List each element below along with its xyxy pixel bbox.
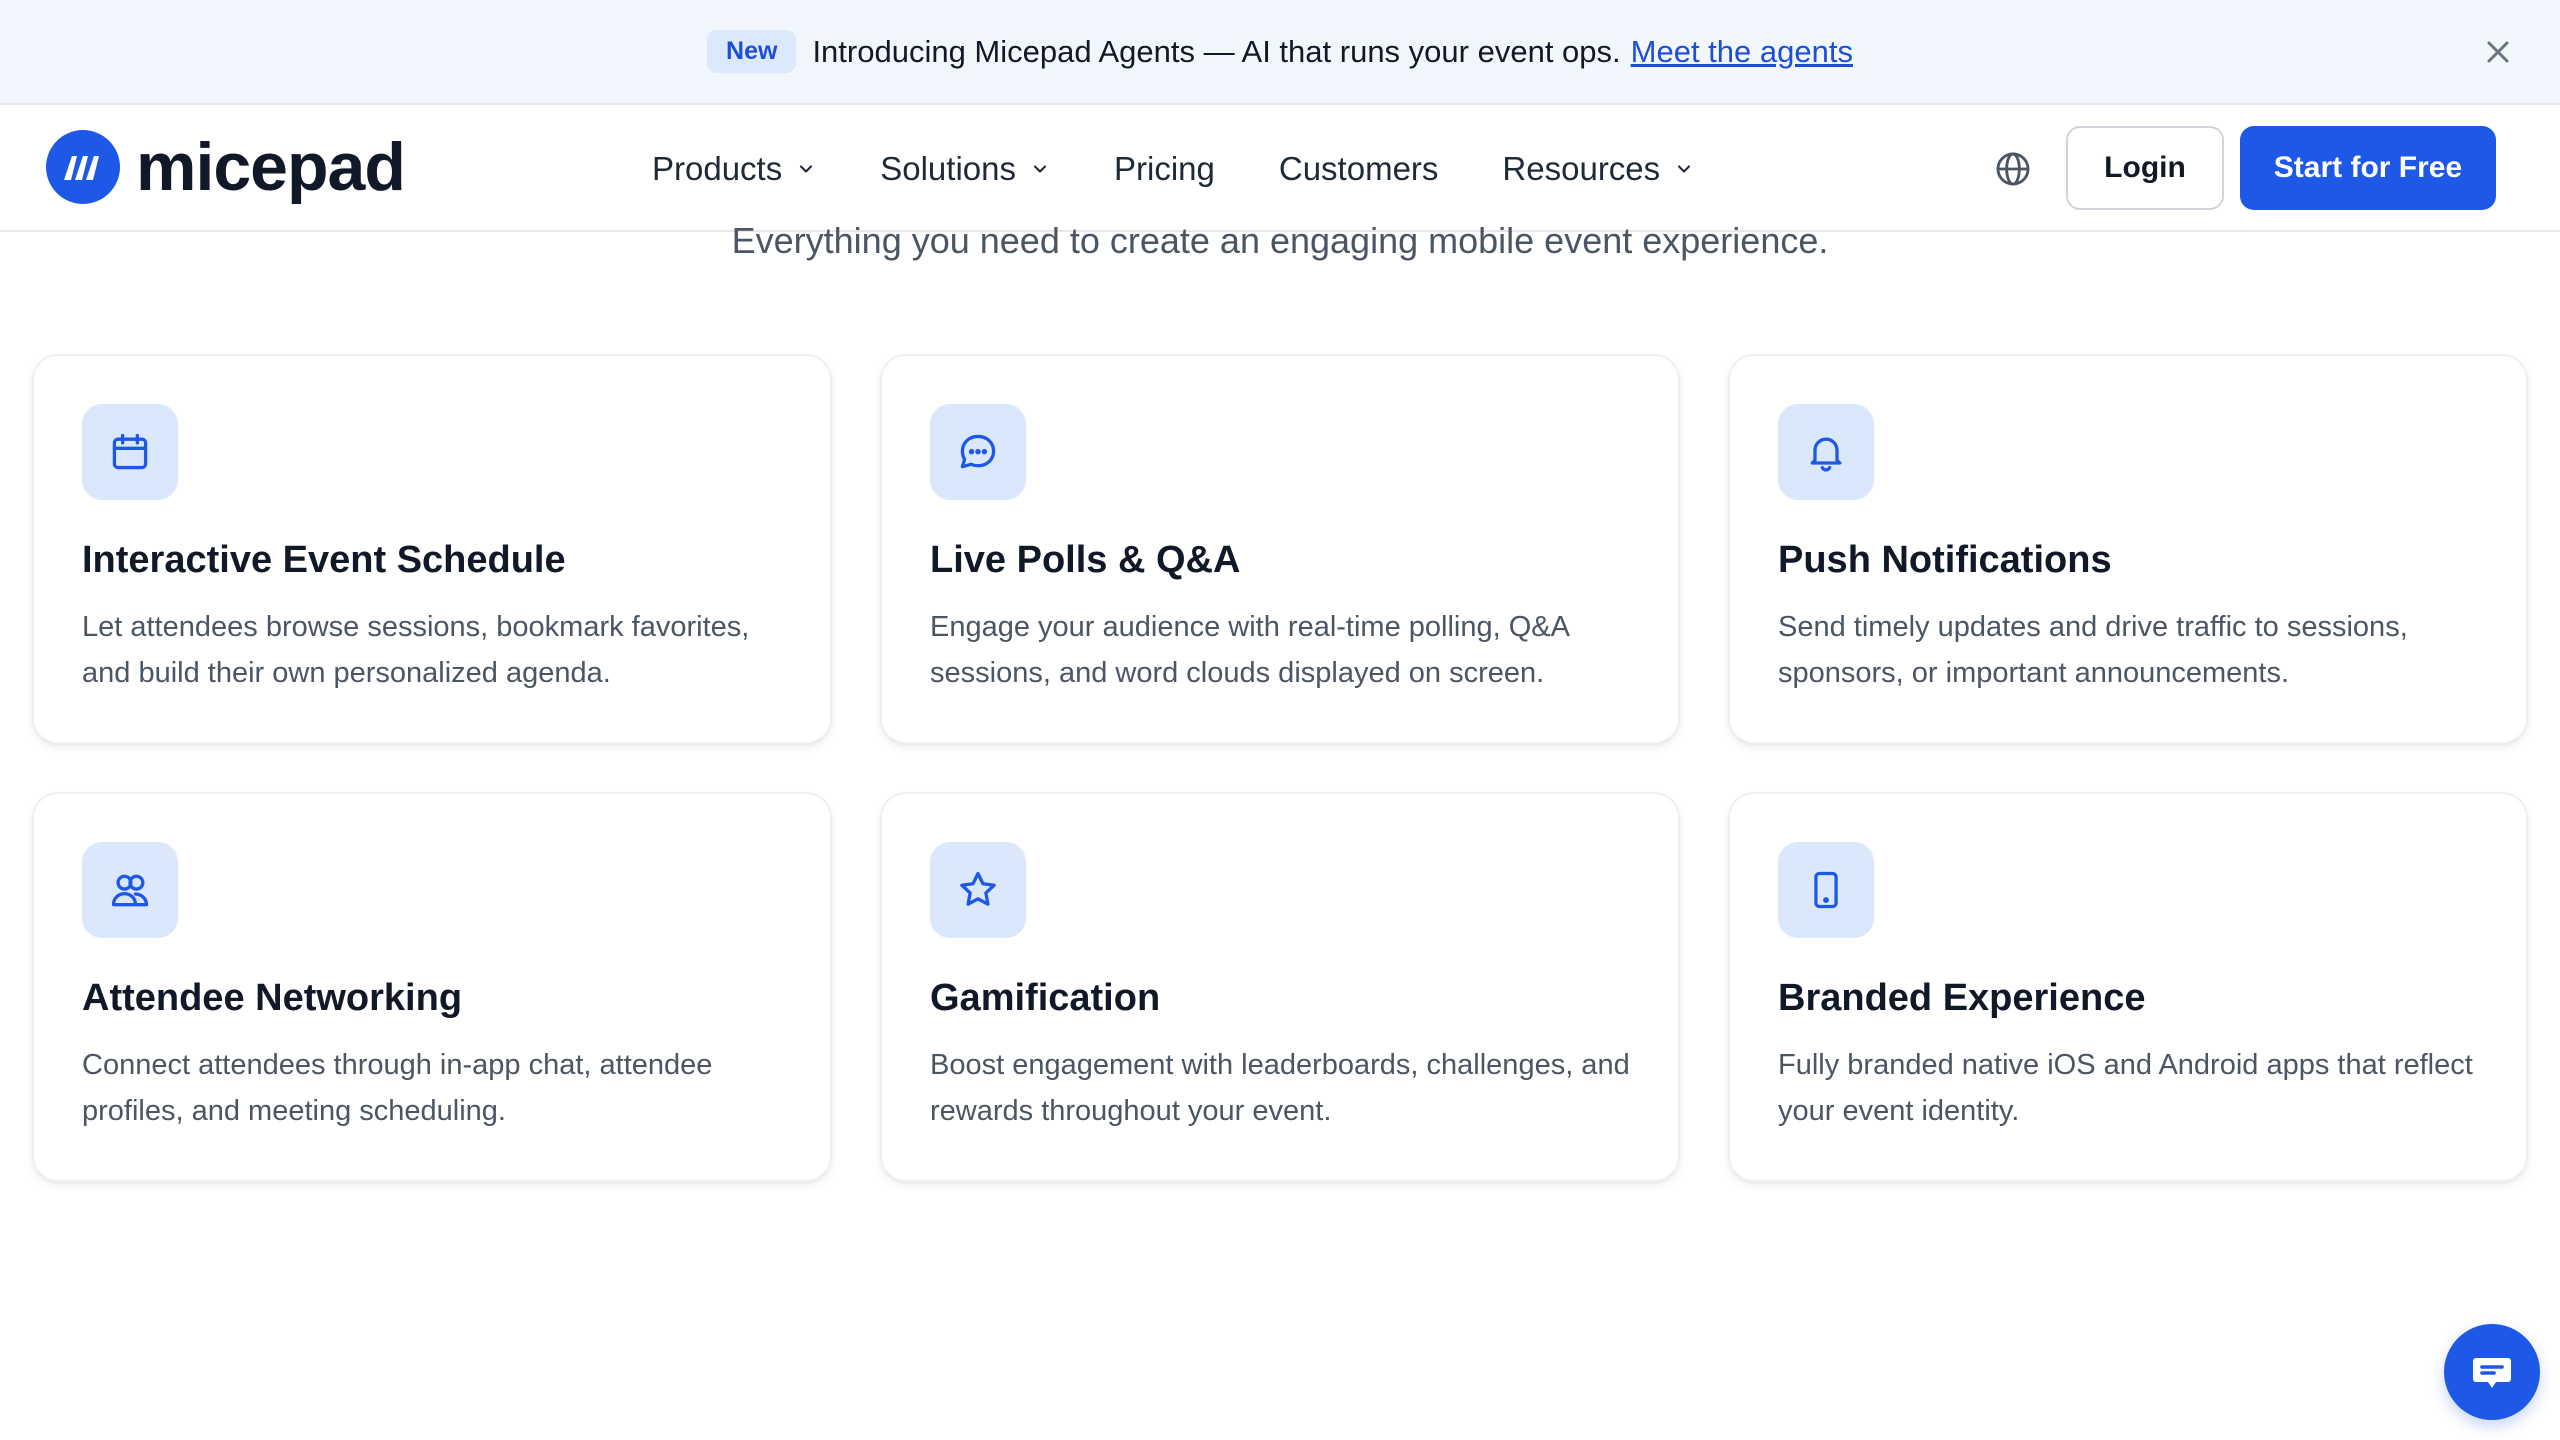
smartphone-icon bbox=[1814, 871, 1838, 909]
globe-icon[interactable] bbox=[1994, 150, 2032, 188]
feature-description: Fully branded native iOS and Android app… bbox=[1778, 1048, 2473, 1127]
users-icon bbox=[111, 874, 149, 907]
chat-icon bbox=[960, 434, 996, 469]
nav-item-resources[interactable]: Resources bbox=[1502, 150, 1694, 188]
feature-description: Send timely updates and drive traffic to… bbox=[1778, 610, 2408, 689]
chevron-down-icon bbox=[1678, 165, 1691, 173]
feature-icon-box bbox=[1778, 842, 1874, 938]
announcement-bar: New Introducing Micepad Agents — AI that… bbox=[0, 0, 2560, 105]
feature-card: Attendee Networking Connect attendees th… bbox=[32, 792, 832, 1182]
logo[interactable]: micepad bbox=[46, 129, 406, 205]
nav-item-label: Pricing bbox=[1114, 150, 1215, 187]
start-for-free-button[interactable]: Start for Free bbox=[2240, 126, 2496, 210]
announcement-text: Introducing Micepad Agents — AI that run… bbox=[812, 33, 1621, 69]
nav-item-solutions[interactable]: Solutions bbox=[880, 150, 1050, 188]
close-icon[interactable] bbox=[2480, 34, 2516, 70]
feature-title: Interactive Event Schedule bbox=[82, 539, 566, 581]
feature-card: Live Polls & Q&A Engage your audience wi… bbox=[880, 354, 1680, 744]
meet-the-agents-link[interactable]: Meet the agents bbox=[1631, 34, 1853, 70]
feature-title: Gamification bbox=[930, 977, 1161, 1019]
main-nav: Products Solutions Pricing Customers Res… bbox=[652, 106, 1758, 232]
calendar-icon bbox=[112, 433, 148, 470]
feature-card: Push Notifications Send timely updates a… bbox=[1728, 354, 2528, 744]
features-grid: Interactive Event Schedule Let attendees… bbox=[32, 354, 2528, 1182]
nav-item-customers[interactable]: Customers bbox=[1279, 150, 1439, 188]
star-icon bbox=[960, 871, 996, 906]
feature-card: Gamification Boost engagement with leade… bbox=[880, 792, 1680, 1182]
page: New Introducing Micepad Agents — AI that… bbox=[0, 0, 2560, 1440]
feature-icon-box bbox=[82, 842, 178, 938]
feature-icon-box bbox=[1778, 404, 1874, 500]
feature-title: Attendee Networking bbox=[82, 977, 463, 1019]
chevron-down-icon bbox=[1033, 165, 1047, 173]
logo-text: micepad bbox=[136, 129, 406, 205]
feature-icon-box bbox=[930, 842, 1026, 938]
feature-description: Engage your audience with real-time poll… bbox=[930, 610, 1569, 689]
logo-mark-icon bbox=[46, 130, 120, 204]
nav-item-pricing[interactable]: Pricing bbox=[1114, 150, 1215, 188]
nav-item-products[interactable]: Products bbox=[652, 150, 816, 188]
feature-description: Connect attendees through in-app chat, a… bbox=[82, 1048, 713, 1127]
nav-item-label: Customers bbox=[1278, 150, 1439, 187]
feature-icon-box bbox=[930, 404, 1026, 500]
feature-title: Push Notifications bbox=[1778, 539, 2112, 581]
nav-item-label: Solutions bbox=[880, 150, 1016, 187]
login-button[interactable]: Login bbox=[2066, 126, 2224, 210]
feature-icon-box bbox=[82, 404, 178, 500]
feature-description: Let attendees browse sessions, bookmark … bbox=[82, 610, 750, 689]
site-header: micepad Products Solutions Pricing Custo… bbox=[0, 106, 2560, 232]
feature-description: Boost engagement with leaderboards, chal… bbox=[930, 1048, 1630, 1127]
feature-card: Branded Experience Fully branded native … bbox=[1728, 792, 2528, 1182]
nav-item-label: Products bbox=[652, 150, 783, 187]
nav-item-label: Resources bbox=[1502, 150, 1661, 187]
bell-icon bbox=[1810, 437, 1842, 472]
chat-bubble-icon bbox=[2473, 1358, 2511, 1388]
feature-title: Live Polls & Q&A bbox=[930, 539, 1241, 581]
section-subtitle: Everything you need to create an engagin… bbox=[731, 220, 1829, 261]
feature-card: Interactive Event Schedule Let attendees… bbox=[32, 354, 832, 744]
feature-title: Branded Experience bbox=[1778, 977, 2146, 1019]
chat-widget-button[interactable] bbox=[2444, 1324, 2540, 1420]
chevron-down-icon bbox=[800, 165, 813, 173]
new-badge: New bbox=[707, 30, 797, 73]
